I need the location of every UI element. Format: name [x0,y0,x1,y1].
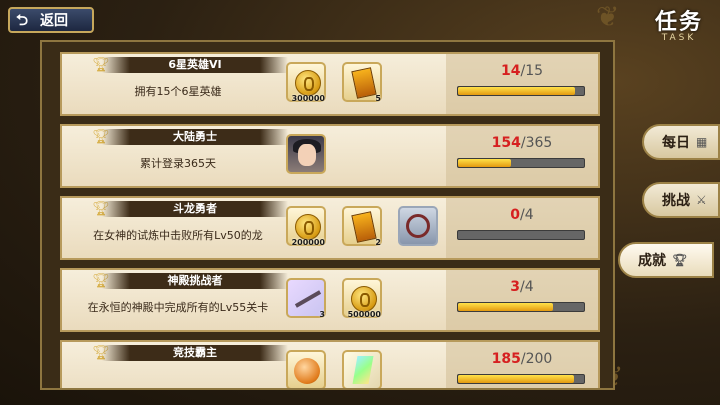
reward-frame[interactable] [398,206,438,246]
task-list: 🏆︎ 6星英雄VI 拥有15个6星英雄 300000 5 14/15 🏆︎ 大陆勇士 累计登录3… [60,52,600,388]
progress-text: 185/200 [491,351,553,367]
progress-box: 14/15 [446,54,598,114]
progress-text: 14/15 [500,63,544,79]
corner-ornament: ❦ [596,0,620,33]
reward-hero[interactable] [286,134,326,174]
task-description: 拥有15个6星英雄 [134,85,222,98]
reward-gold[interactable]: 500000 [342,278,382,319]
gold-coin-icon [295,214,321,240]
progress-bar [457,230,585,240]
task-row[interactable]: 🏆︎ 竞技霸主 185/200 [60,340,600,388]
progress-fill [458,375,574,383]
progress-fill [458,159,511,167]
progress-fill [458,303,553,311]
reward-list [286,350,382,388]
back-label: 返回 [40,13,68,29]
ticket-icon [351,211,377,243]
progress-box: 3/4 [446,270,598,330]
task-name: 神殿挑战者 [102,273,288,289]
task-row[interactable]: 🏆︎ 神殿挑战者 在永恒的神殿中完成所有的Lv55关卡 3 500000 3/4 [60,268,600,332]
reward-ticket[interactable]: 5 [342,62,382,103]
reward-quantity: 300000 [291,94,325,103]
tab-achievement[interactable]: 成就 🏆︎ [618,242,714,278]
tab-challenge-label: 挑战 [662,193,690,209]
progress-text: 154/365 [491,135,553,151]
task-name: 竞技霸主 [102,345,288,361]
progress-box: 154/365 [446,126,598,186]
progress-bar [457,158,585,168]
progress-current: 14 [500,63,521,79]
progress-current: 3 [510,279,521,295]
progress-bar [457,86,585,96]
reward-weapon[interactable]: 3 [286,278,326,319]
reward-quantity: 2 [375,238,381,247]
progress-current: 154 [491,135,521,151]
task-description: 累计登录365天 [140,157,216,170]
reward-gold[interactable]: 200000 [286,206,326,247]
task-row[interactable]: 🏆︎ 大陆勇士 累计登录365天 154/365 [60,124,600,188]
progress-box: 0/4 [446,198,598,258]
orb-icon [294,358,320,384]
reward-quantity: 5 [375,94,381,103]
ring-icon [406,214,430,238]
progress-total: 4 [524,207,534,223]
reward-orb[interactable] [286,350,326,388]
tab-daily[interactable]: 每日 ▦ [642,124,720,160]
tab-daily-label: 每日 [662,135,690,151]
task-row[interactable]: 🏆︎ 斗龙勇者 在女神的试炼中击败所有Lv50的龙 200000 2 0/4 [60,196,600,260]
calendar-icon: ▦ [696,135,708,149]
reward-list: 200000 2 [286,206,438,247]
progress-total: 365 [525,135,553,151]
task-description: 在永恒的神殿中完成所有的Lv55关卡 [87,301,269,314]
ticket-icon [351,67,377,99]
progress-total: 200 [525,351,553,367]
task-name: 斗龙勇者 [102,201,288,217]
reward-list [286,134,326,174]
tab-achievement-label: 成就 [638,253,666,269]
progress-text: 0/4 [510,207,534,223]
hero-face [298,144,316,166]
progress-current: 185 [491,351,521,367]
page-title-cn: 任务 [654,10,703,35]
progress-bar [457,374,585,384]
reward-list: 3 500000 [286,278,382,319]
sword-icon [294,290,322,308]
progress-total: 15 [525,63,544,79]
task-description: 在女神的试炼中击败所有Lv50的龙 [93,229,263,242]
task-row[interactable]: 🏆︎ 6星英雄VI 拥有15个6星英雄 300000 5 14/15 [60,52,600,116]
reward-list: 300000 5 [286,62,382,103]
progress-bar [457,302,585,312]
back-button[interactable]: ⮌ 返回 [8,7,94,33]
progress-fill [458,87,576,95]
swords-icon: ⚔ [696,193,707,207]
reward-quantity: 200000 [291,238,325,247]
progress-current: 0 [510,207,521,223]
progress-box: 185/200 [446,342,598,388]
reward-gold[interactable]: 300000 [286,62,326,103]
progress-total: 4 [524,279,534,295]
crystal-icon [352,356,374,384]
progress-text: 3/4 [510,279,534,295]
tab-challenge[interactable]: 挑战 ⚔ [642,182,720,218]
gold-coin-icon [351,286,377,312]
reward-quantity: 3 [319,310,325,319]
reward-crystal[interactable] [342,350,382,388]
gold-coin-icon [295,70,321,96]
task-name: 大陆勇士 [102,129,288,145]
reward-ticket[interactable]: 2 [342,206,382,247]
task-name: 6星英雄VI [102,57,288,73]
reward-quantity: 500000 [347,310,381,319]
task-list-panel[interactable]: 🏆︎ 6星英雄VI 拥有15个6星英雄 300000 5 14/15 🏆︎ 大陆勇士 累计登录3… [40,40,615,390]
page-title: 任务 TASK [646,4,712,43]
back-arrow-icon: ⮌ [16,11,29,29]
trophy-icon: 🏆︎ [672,253,688,267]
